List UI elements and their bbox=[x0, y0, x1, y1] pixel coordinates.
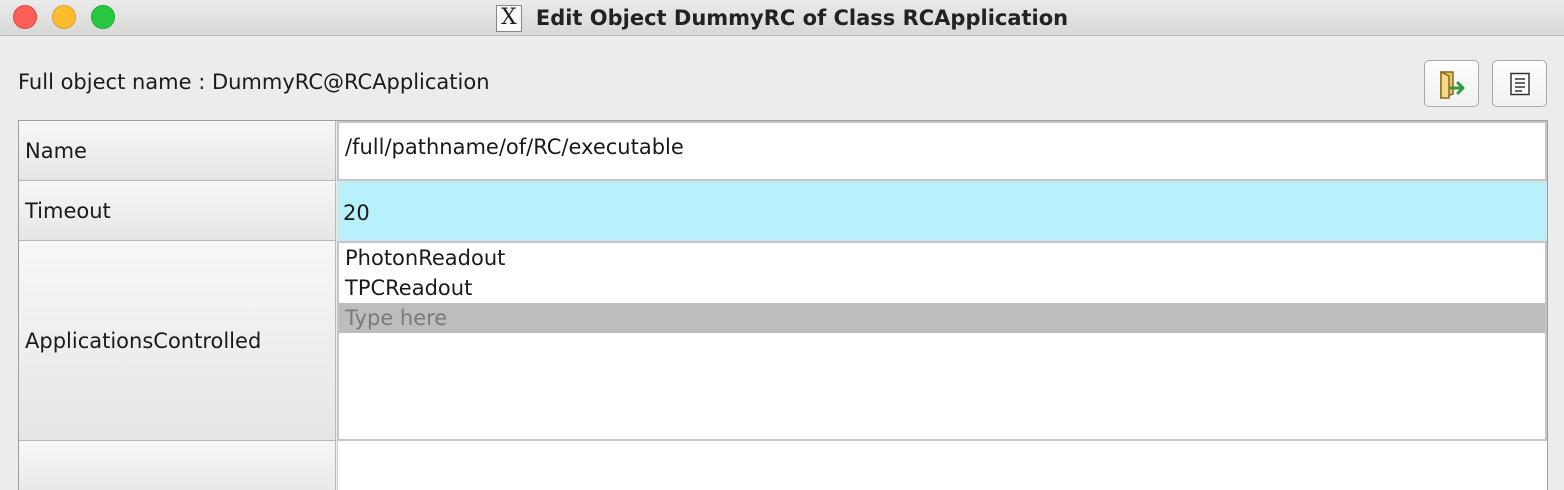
x11-icon-glyph: X bbox=[501, 5, 517, 30]
attribute-label-name: Name bbox=[19, 121, 336, 181]
window-title-group: X Edit Object DummyRC of Class RCApplica… bbox=[0, 0, 1564, 36]
open-referenced-object-button[interactable] bbox=[1424, 60, 1479, 107]
document-details-icon bbox=[1509, 72, 1530, 95]
timeout-input[interactable]: 20 bbox=[337, 181, 1547, 241]
attribute-row-empty bbox=[19, 441, 1547, 490]
attribute-label-applications-controlled: ApplicationsControlled bbox=[19, 241, 336, 441]
window-title: Edit Object DummyRC of Class RCApplicati… bbox=[535, 6, 1069, 30]
applications-controlled-list[interactable]: PhotonReadout TPCReadout Type here bbox=[337, 241, 1547, 441]
name-input[interactable]: /full/pathname/of/RC/executable bbox=[337, 121, 1547, 181]
name-value: /full/pathname/of/RC/executable bbox=[345, 135, 684, 159]
full-object-name-label: Full object name : DummyRC@RCApplication bbox=[18, 70, 490, 94]
add-item-input[interactable]: Type here bbox=[339, 303, 1545, 333]
list-item[interactable]: PhotonReadout bbox=[339, 243, 1545, 273]
x11-icon: X bbox=[495, 4, 522, 32]
show-details-button[interactable] bbox=[1492, 60, 1547, 107]
open-folder-arrow-icon bbox=[1439, 70, 1464, 99]
title-bar: X Edit Object DummyRC of Class RCApplica… bbox=[0, 0, 1564, 36]
list-item[interactable]: TPCReadout bbox=[339, 273, 1545, 303]
attribute-table: Name /full/pathname/of/RC/executable Tim… bbox=[18, 120, 1548, 490]
empty-value-cell bbox=[337, 441, 1547, 490]
attribute-label-timeout: Timeout bbox=[19, 181, 336, 241]
attribute-row-timeout: Timeout 20 bbox=[19, 181, 1547, 241]
attribute-label-empty bbox=[19, 441, 336, 490]
timeout-value: 20 bbox=[343, 201, 370, 225]
attribute-row-name: Name /full/pathname/of/RC/executable bbox=[19, 121, 1547, 181]
attribute-row-applications-controlled: ApplicationsControlled PhotonReadout TPC… bbox=[19, 241, 1547, 441]
